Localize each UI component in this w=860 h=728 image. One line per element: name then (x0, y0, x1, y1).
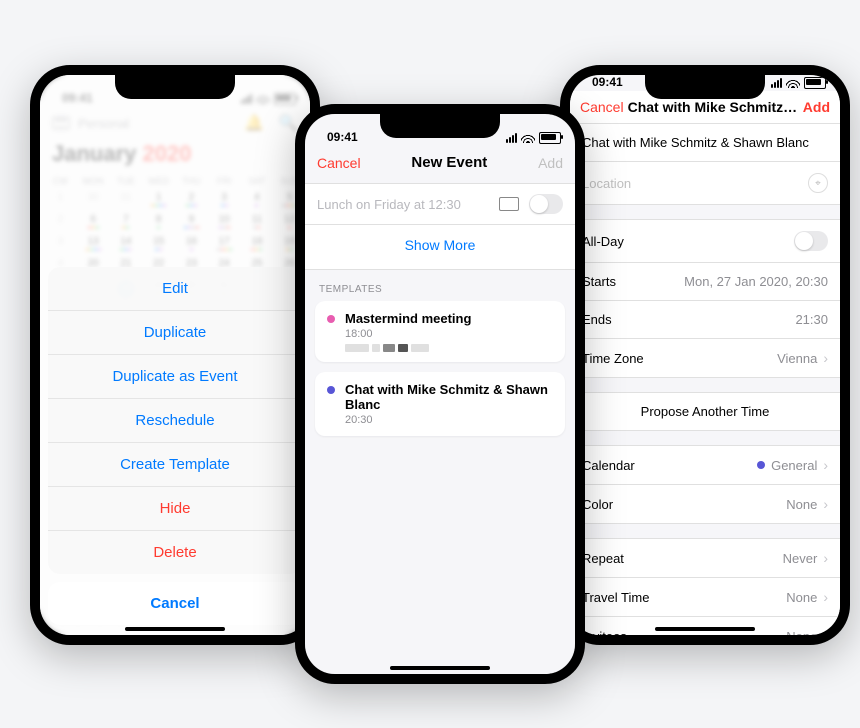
add-button[interactable]: Add (803, 99, 830, 115)
all-day-row[interactable]: All-Day (570, 220, 840, 262)
timezone-row[interactable]: Time Zone Vienna› (570, 338, 840, 377)
event-title-field[interactable]: Chat with Mike Schmitz & Shawn Blanc (570, 124, 840, 161)
template-time: 18:00 (345, 328, 471, 340)
show-more-button[interactable]: Show More (305, 225, 575, 270)
template-time: 20:30 (345, 414, 553, 426)
battery-icon (539, 132, 561, 144)
map-pin-icon: ⌖ (808, 173, 828, 193)
screen-title: New Event (411, 154, 487, 171)
template-timeline (345, 344, 471, 352)
notch (115, 75, 235, 99)
chevron-right-icon: › (823, 589, 828, 605)
action-delete[interactable]: Delete (48, 530, 302, 574)
cancel-button[interactable]: Cancel (317, 155, 361, 171)
action-sheet-cancel[interactable]: Cancel (48, 582, 302, 625)
action-duplicate[interactable]: Duplicate (48, 310, 302, 354)
wifi-icon (786, 78, 800, 88)
all-day-toggle[interactable] (794, 231, 828, 251)
cancel-button[interactable]: Cancel (580, 99, 624, 115)
chevron-right-icon: › (823, 496, 828, 512)
template-title: Chat with Mike Schmitz & Shawn Blanc (345, 382, 553, 412)
status-time: 09:41 (319, 130, 358, 144)
templates-section-label: TEMPLATES (305, 270, 575, 301)
action-reschedule[interactable]: Reschedule (48, 398, 302, 442)
quick-entry-field[interactable]: Lunch on Friday at 12:30 (317, 197, 489, 212)
nlp-toggle[interactable] (529, 194, 563, 214)
template-card[interactable]: Mastermind meeting 18:00 (315, 301, 565, 362)
template-title: Mastermind meeting (345, 311, 471, 326)
date-keyboard-icon[interactable] (499, 197, 519, 211)
calendar-color-dot (757, 461, 765, 469)
context-action-sheet: EditDuplicateDuplicate as EventReschedul… (48, 267, 302, 574)
action-edit[interactable]: Edit (48, 267, 302, 310)
status-time: 09:41 (584, 75, 623, 89)
cellular-icon (771, 78, 782, 88)
chevron-right-icon: › (823, 350, 828, 366)
action-hide[interactable]: Hide (48, 486, 302, 530)
chevron-right-icon: › (823, 457, 828, 473)
home-indicator (125, 627, 225, 631)
action-create-template[interactable]: Create Template (48, 442, 302, 486)
add-button[interactable]: Add (538, 155, 563, 171)
home-indicator (390, 666, 490, 670)
chevron-right-icon: › (823, 550, 828, 566)
starts-row[interactable]: Starts Mon, 27 Jan 2020, 20:30 (570, 262, 840, 300)
home-indicator (655, 627, 755, 631)
wifi-icon (521, 133, 535, 143)
notch (645, 75, 765, 99)
calendar-row[interactable]: Calendar General› (570, 446, 840, 484)
ends-row[interactable]: Ends 21:30 (570, 300, 840, 338)
location-field[interactable]: Location ⌖ (570, 161, 840, 204)
template-color-dot (327, 315, 335, 323)
chevron-right-icon: › (823, 628, 828, 644)
phone-calendar-contextmenu: 09:41 Personal 🔔 🔍 January 2020 CWMONTUE… (30, 65, 320, 645)
color-row[interactable]: Color None› (570, 484, 840, 523)
propose-time-button[interactable]: Propose Another Time (570, 393, 840, 430)
travel-time-row[interactable]: Travel Time None› (570, 577, 840, 616)
repeat-row[interactable]: Repeat Never› (570, 539, 840, 577)
phone-event-detail: 09:41 Cancel Chat with Mike Schmitz & S.… (560, 65, 850, 645)
battery-icon (804, 77, 826, 89)
template-color-dot (327, 386, 335, 394)
cellular-icon (506, 133, 517, 143)
action-duplicate-as-event[interactable]: Duplicate as Event (48, 354, 302, 398)
notch (380, 114, 500, 138)
template-card[interactable]: Chat with Mike Schmitz & Shawn Blanc 20:3… (315, 372, 565, 436)
screen-title: Chat with Mike Schmitz & S... (624, 99, 803, 115)
phone-new-event: 09:41 Cancel New Event Add Lunch on Frid… (295, 104, 585, 684)
